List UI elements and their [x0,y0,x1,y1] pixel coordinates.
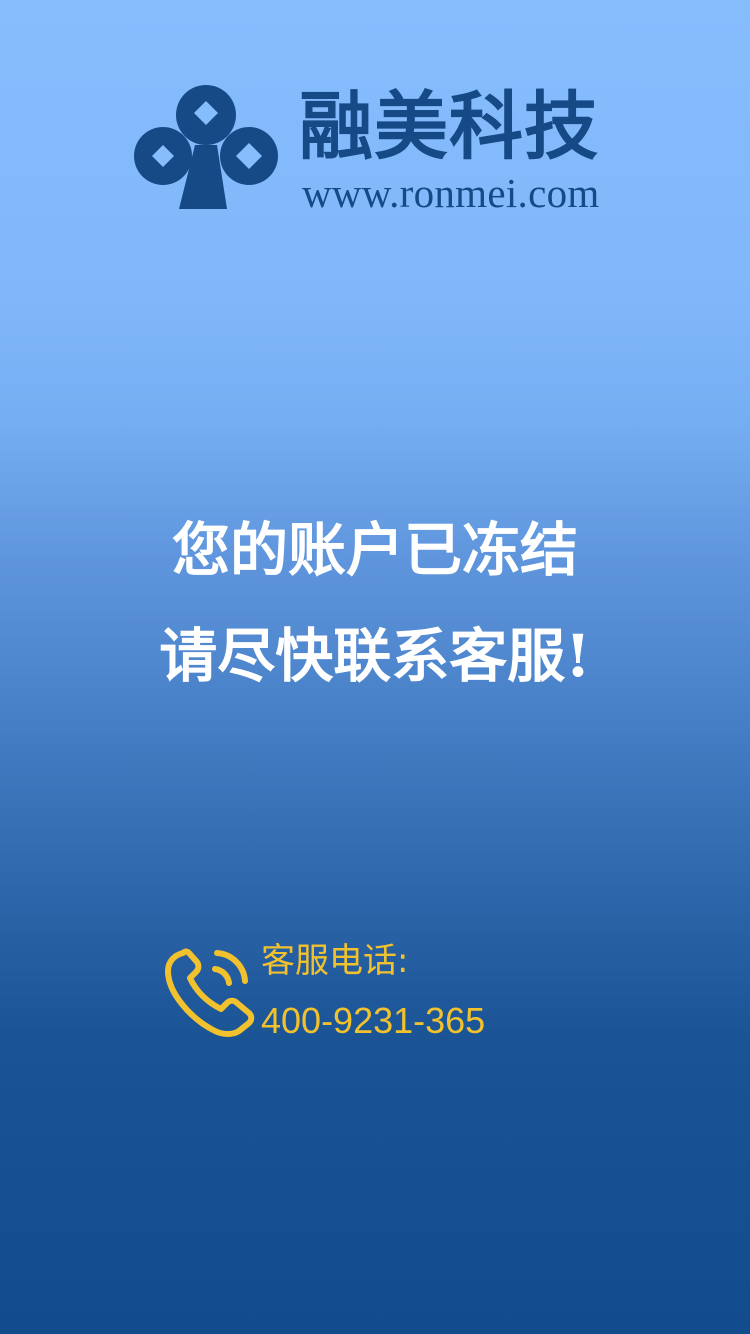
phone-icon [165,948,255,1037]
contact-phone-number[interactable]: 400-9231-365 [261,999,485,1043]
message-line-2: 请尽快联系客服! [159,622,591,690]
message-line-1: 您的账户已冻结 [171,516,578,584]
brand-url: www.ronmei.com [302,170,600,216]
logo-mark-icon [134,85,278,209]
account-frozen-message: 您的账户已冻结 请尽快联系客服! [0,497,750,709]
contact-label: 客服电话: [261,941,409,981]
brand-logo: 融美科技 www.ronmei.com [133,83,623,216]
brand-name: 融美科技 [299,84,599,170]
customer-service-contact: 客服电话: 400-9231-365 [163,935,583,1055]
